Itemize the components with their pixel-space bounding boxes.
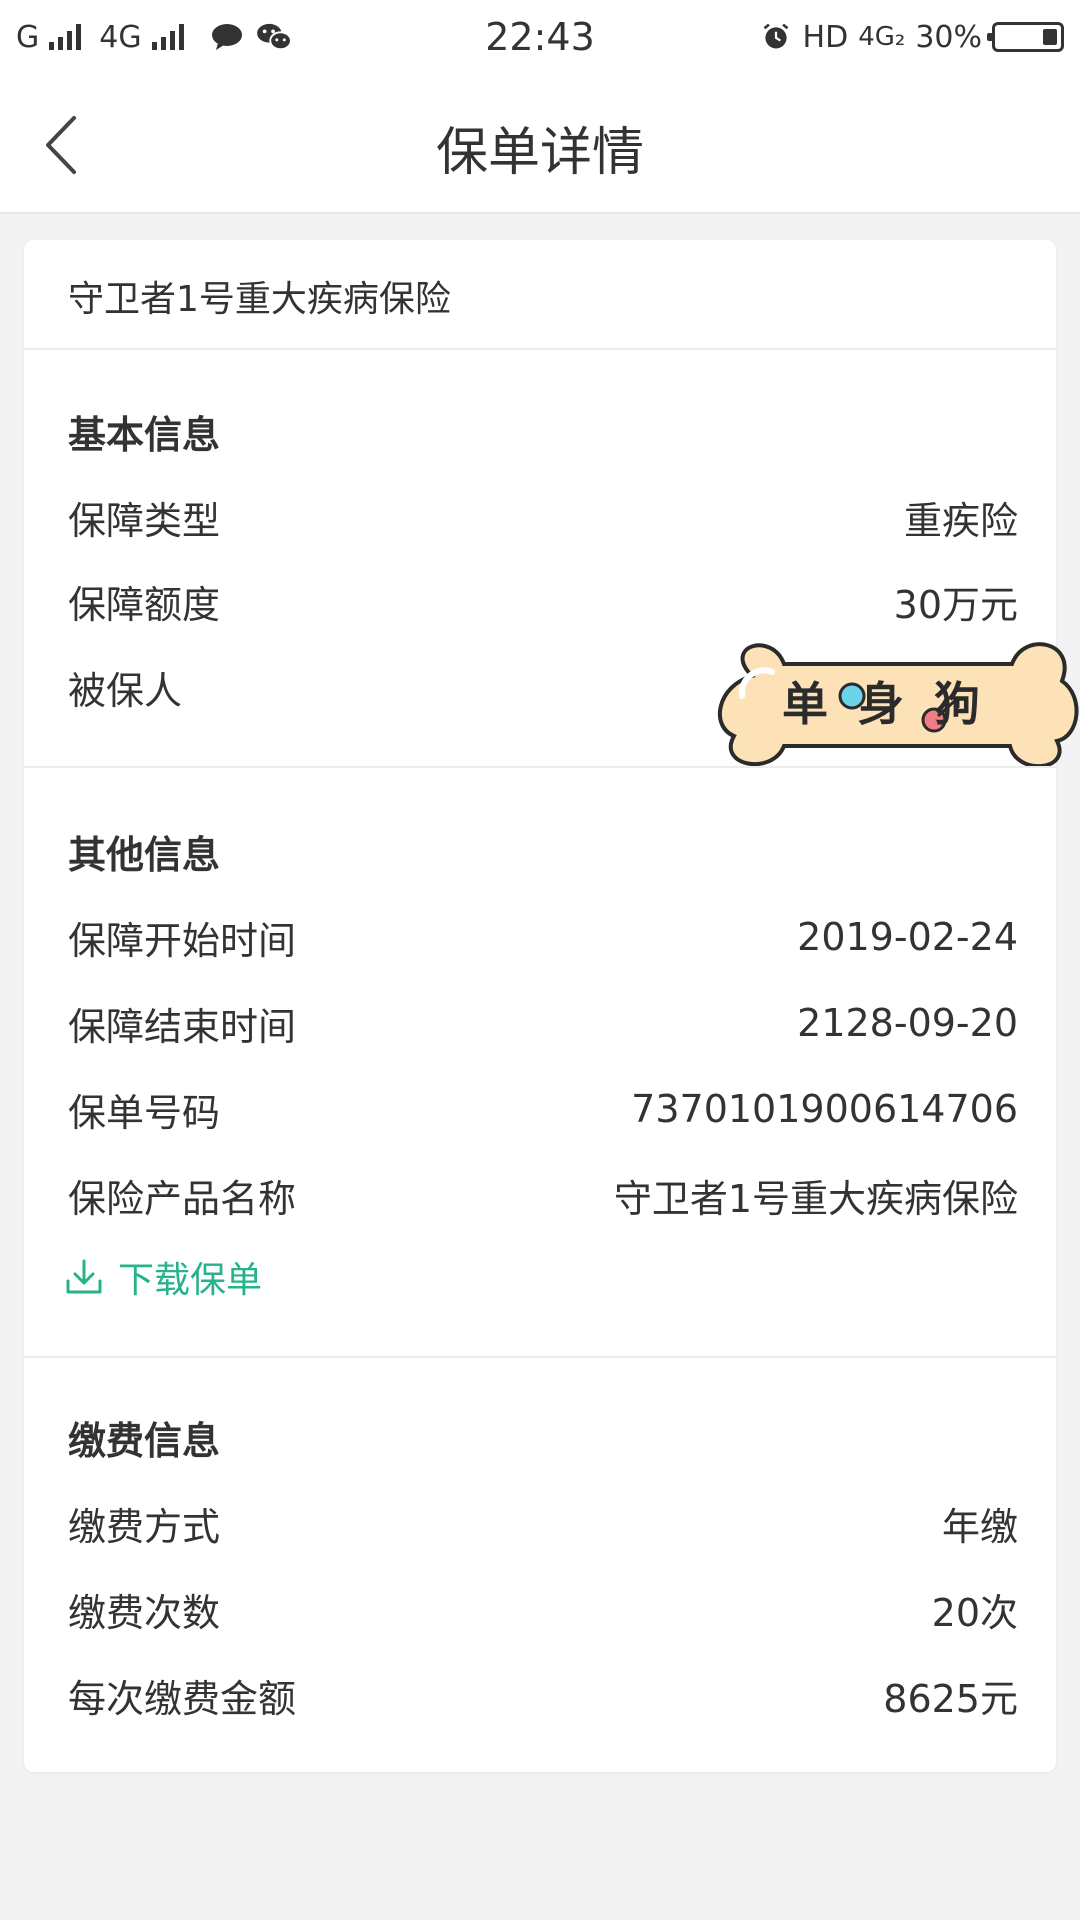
row-label: 保障开始时间 [68,918,297,963]
row-value: 年缴 [941,1504,1018,1549]
row-label: 保障类型 [68,498,221,543]
row-label: 保障结束时间 [68,1004,297,1049]
row-value: 2019-02-24 [797,915,1018,959]
row-value: 7370101900614706 [631,1087,1018,1131]
row-label: 保障额度 [68,582,221,627]
signal-icon [49,24,82,50]
download-policy-link[interactable]: 下载保单 [64,1250,262,1304]
status-bar-left: G 4G [16,20,294,55]
divider [24,766,1056,768]
info-row: 保险产品名称 守卫者1号重大疾病保险 [68,1168,1018,1222]
info-row: 保障结束时间 2128-09-20 [68,996,1018,1050]
download-label: 下载保单 [118,1260,263,1301]
alarm-icon [763,23,788,49]
carrier-label: G [16,19,40,55]
divider [24,1356,1056,1358]
info-row: 保障类型 重疾险 [68,490,1018,544]
download-icon [66,1259,102,1294]
battery-icon [987,22,1064,52]
row-value: 20次 [931,1590,1018,1635]
wechat-icon [256,23,292,51]
row-value: 重疾险 [903,498,1018,543]
info-row: 保障开始时间 2019-02-24 [68,910,1018,964]
policy-name: 守卫者1号重大疾病保险 [68,279,451,320]
info-row: 每次缴费金额 8625元 [68,1668,1018,1722]
battery-percent: 30% [915,19,982,55]
signal-icon [151,24,184,50]
info-row: 保单号码 7370101900614706 [68,1082,1018,1136]
section-title-basic: 基本信息 [68,413,221,457]
row-value: 2128-09-20 [797,1001,1018,1045]
row-value: 8625元 [883,1676,1018,1721]
bone-sticker: 单身狗 [712,636,1080,769]
row-value: 30万元 [893,582,1018,627]
network-4g2-label: 4G₂ [858,22,906,52]
info-row: 缴费次数 20次 [68,1582,1018,1636]
row-label: 每次缴费金额 [68,1676,297,1721]
row-value: 守卫者1号重大疾病保险 [613,1176,1018,1221]
row-label: 保险产品名称 [68,1176,297,1221]
section-title-other: 其他信息 [68,833,221,877]
hd-label: HD [802,19,849,55]
network-label: 4G [99,19,142,55]
row-label: 保单号码 [68,1090,221,1135]
row-label: 缴费次数 [68,1590,221,1635]
info-row: 保障额度 30万元 [68,574,1018,628]
sticker-text: 单身狗 [782,677,1010,731]
row-label: 缴费方式 [68,1504,221,1549]
navigation-header: 保单详情 [0,74,1080,214]
section-title-payment: 缴费信息 [68,1419,221,1463]
chat-bubble-icon [211,24,242,50]
status-bar: G 4G 22:43 HD 4G₂ 30% [0,0,1080,74]
policy-card: 守卫者1号重大疾病保险 基本信息 保障类型 重疾险 保障额度 30万元 被保人 … [24,240,1056,1772]
divider [24,348,1056,350]
status-bar-right: HD 4G₂ 30% [759,20,1064,55]
page-title: 保单详情 [435,123,644,183]
row-label: 被保人 [68,668,183,713]
info-row: 缴费方式 年缴 [68,1496,1018,1550]
bone-sticker-graphic: 单身狗 [717,642,1079,769]
